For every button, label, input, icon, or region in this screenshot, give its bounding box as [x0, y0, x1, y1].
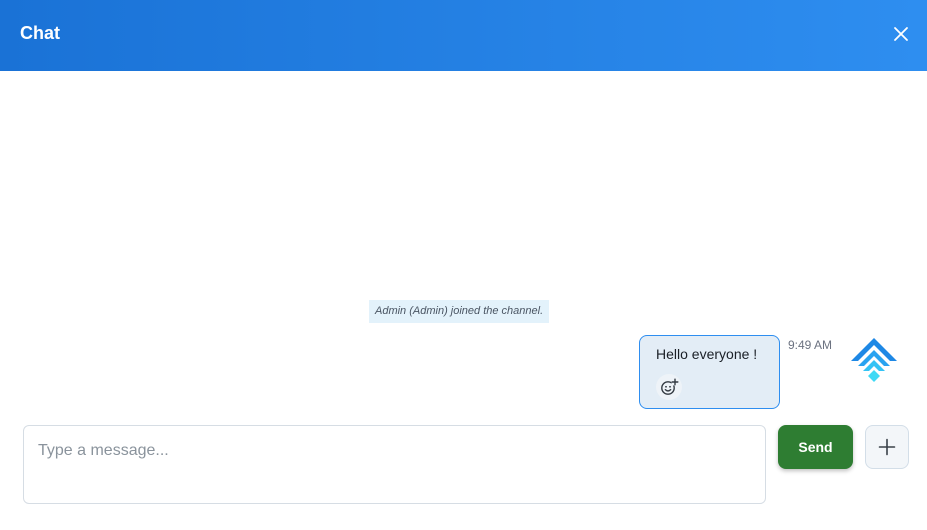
chat-title: Chat [20, 23, 60, 43]
close-button[interactable] [888, 21, 914, 47]
plus-icon [878, 438, 896, 456]
message-text: Hello everyone ! [656, 346, 758, 362]
chat-header: Chat [0, 0, 927, 71]
avatar [849, 336, 899, 386]
add-reaction-button[interactable] [656, 374, 682, 400]
add-attachment-button[interactable] [865, 425, 909, 469]
close-icon [894, 27, 908, 41]
send-button[interactable]: Send [778, 425, 853, 469]
message-input[interactable] [23, 425, 766, 504]
message-timestamp: 9:49 AM [788, 338, 833, 352]
message-bubble: Hello everyone ! [639, 335, 780, 409]
chevron-stack-logo-icon [851, 338, 897, 382]
add-reaction-icon [661, 378, 679, 395]
system-message: Admin (Admin) joined the channel. [369, 300, 550, 323]
